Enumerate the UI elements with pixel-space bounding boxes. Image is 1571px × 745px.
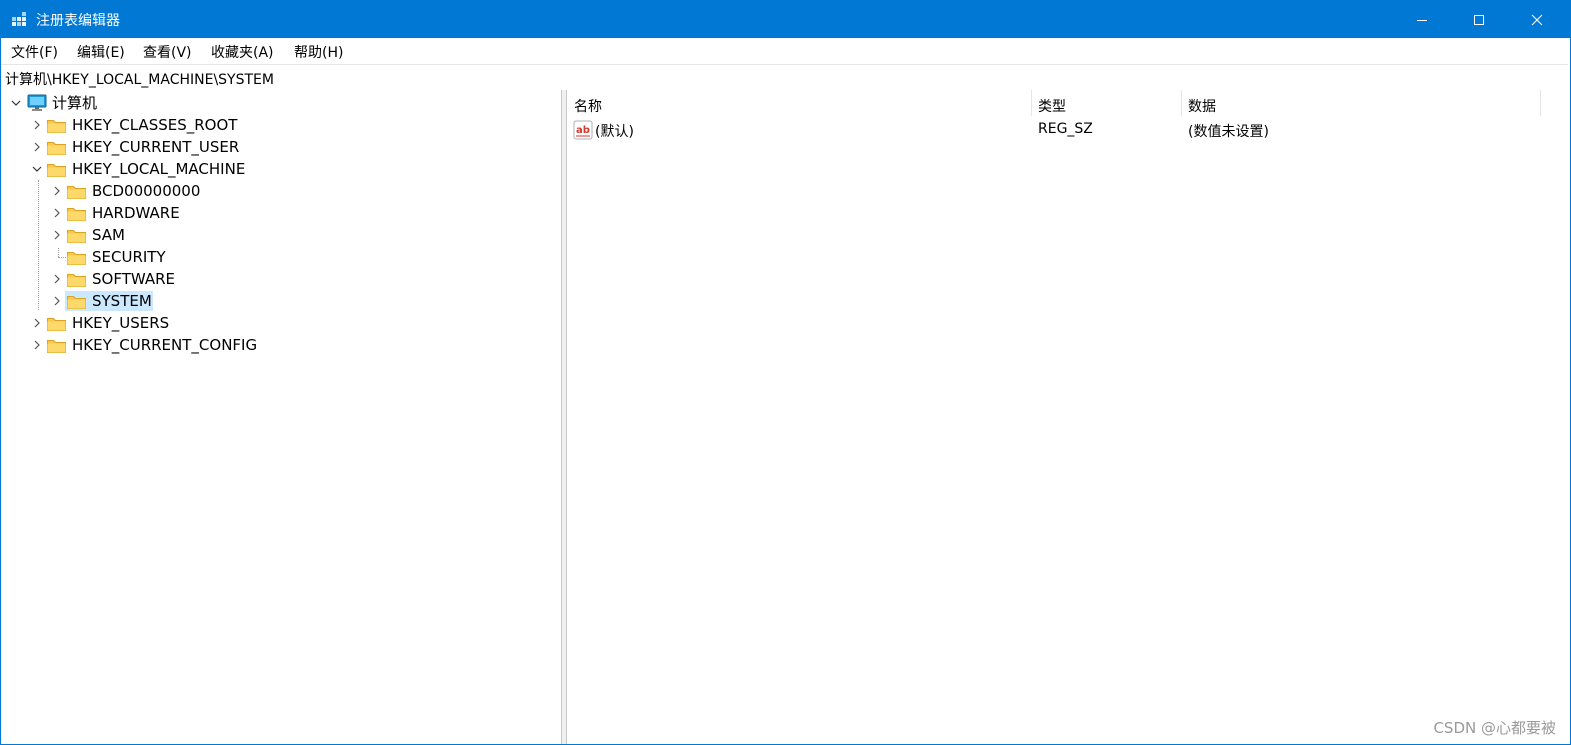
tree-label-bcd: BCD00000000 <box>92 182 201 200</box>
minimize-button[interactable] <box>1393 1 1451 38</box>
folder-icon <box>47 142 66 155</box>
tree-label-software: SOFTWARE <box>92 270 176 288</box>
folder-icon <box>67 252 86 265</box>
chevron-right-icon[interactable] <box>32 142 42 152</box>
tree-guide-line <box>58 257 66 258</box>
chevron-right-icon[interactable] <box>32 120 42 130</box>
tree-label-system: SYSTEM <box>92 292 152 310</box>
folder-icon <box>67 274 86 287</box>
chevron-right-icon[interactable] <box>52 296 62 306</box>
folder-open-icon <box>47 164 66 177</box>
column-separator[interactable] <box>1540 90 1541 116</box>
tree-label-hardware: HARDWARE <box>92 204 180 222</box>
registry-editor-window: 注册表编辑器 文件(F) 编辑(E) 查看(V) 收藏夹(A) 帮助(H) 计算… <box>0 0 1571 745</box>
svg-text:ab: ab <box>576 125 590 136</box>
tree-label-hkey-current-user: HKEY_CURRENT_USER <box>72 138 240 156</box>
maximize-icon <box>1474 14 1484 25</box>
column-header-name[interactable]: 名称 <box>567 90 1031 116</box>
tree-label-hkey-current-config: HKEY_CURRENT_CONFIG <box>72 336 258 354</box>
chevron-right-icon[interactable] <box>52 208 62 218</box>
tree-label-security: SECURITY <box>92 248 166 266</box>
chevron-right-icon[interactable] <box>52 274 62 284</box>
menu-bar: 文件(F) 编辑(E) 查看(V) 收藏夹(A) 帮助(H) <box>1 38 1570 64</box>
tree-label-hkey-classes-root: HKEY_CLASSES_ROOT <box>72 116 238 134</box>
title-bar: 注册表编辑器 <box>1 1 1570 38</box>
folder-icon <box>67 208 86 221</box>
key-tree-pane[interactable]: 计算机 HKEY_CLASSES_ROOT HKEY_CURRENT_USER … <box>1 90 562 744</box>
tree-label-hkey-local-machine: HKEY_LOCAL_MACHINE <box>72 160 246 178</box>
chevron-right-icon[interactable] <box>52 230 62 240</box>
folder-icon <box>67 296 86 309</box>
menu-view[interactable]: 查看(V) <box>143 42 192 62</box>
folder-icon <box>67 230 86 243</box>
menu-edit[interactable]: 编辑(E) <box>77 42 125 62</box>
values-list-pane[interactable]: 名称 类型 数据 ab (默认) REG_SZ (数值未设置) CSDN @心都… <box>567 90 1570 744</box>
close-button[interactable] <box>1508 1 1566 38</box>
tree-label-computer: 计算机 <box>52 94 98 112</box>
chevron-down-icon[interactable] <box>11 98 21 108</box>
tree-guide-line <box>38 180 39 310</box>
chevron-right-icon[interactable] <box>52 186 62 196</box>
folder-icon <box>47 318 66 331</box>
tree-label-hkey-users: HKEY_USERS <box>72 314 170 332</box>
value-data: (数值未设置) <box>1188 124 1269 140</box>
string-value-icon: ab <box>573 120 593 140</box>
column-header-data[interactable]: 数据 <box>1181 90 1540 116</box>
tree-guide-line <box>58 248 59 257</box>
column-header-data-label: 数据 <box>1188 99 1216 115</box>
menu-file[interactable]: 文件(F) <box>11 42 58 62</box>
address-bar[interactable]: 计算机\HKEY_LOCAL_MACHINE\SYSTEM <box>1 64 1568 91</box>
watermark: CSDN @心都要被 <box>1433 719 1556 737</box>
chevron-right-icon[interactable] <box>32 318 42 328</box>
menu-favorites[interactable]: 收藏夹(A) <box>211 42 274 62</box>
close-icon <box>1531 14 1543 25</box>
window-title: 注册表编辑器 <box>36 13 120 29</box>
column-header-type[interactable]: 类型 <box>1031 90 1181 116</box>
value-type: REG_SZ <box>1038 121 1093 137</box>
maximize-button[interactable] <box>1450 1 1508 38</box>
computer-icon <box>27 94 47 111</box>
column-header-name-label: 名称 <box>574 99 602 115</box>
column-header-type-label: 类型 <box>1038 99 1066 115</box>
chevron-down-icon[interactable] <box>32 164 42 174</box>
minimize-icon <box>1417 19 1427 21</box>
tree-label-sam: SAM <box>92 226 126 244</box>
folder-icon <box>47 120 66 133</box>
menu-help[interactable]: 帮助(H) <box>294 42 343 62</box>
address-path[interactable]: 计算机\HKEY_LOCAL_MACHINE\SYSTEM <box>5 69 274 89</box>
folder-icon <box>67 186 86 199</box>
value-name: (默认) <box>595 124 634 140</box>
registry-editor-app-icon <box>12 12 26 26</box>
folder-icon <box>47 340 66 353</box>
chevron-right-icon[interactable] <box>32 340 42 350</box>
